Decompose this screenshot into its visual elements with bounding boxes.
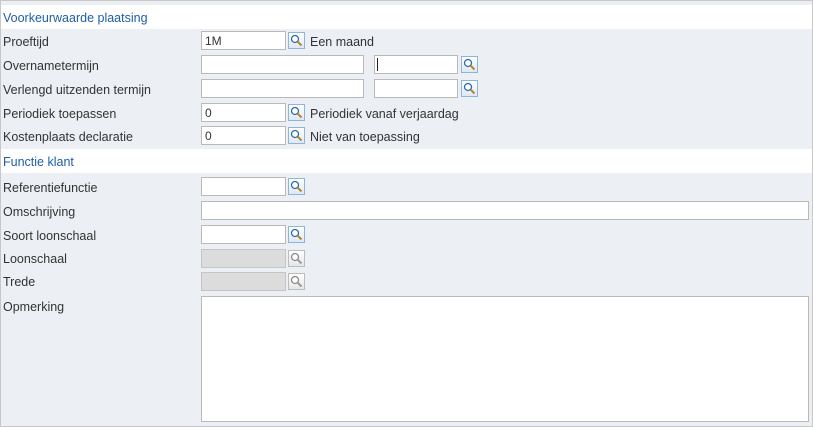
magnifier-icon xyxy=(290,106,303,119)
overnametermijn-code-input[interactable] xyxy=(374,55,458,74)
trede-lookup-button xyxy=(288,273,305,290)
soort-loonschaal-label: Soort loonschaal xyxy=(3,229,97,243)
section-header-client-function: Functie klant xyxy=(1,149,812,173)
proeftijd-description: Een maand xyxy=(310,35,374,49)
kostenplaats-label: Kostenplaats declaratie xyxy=(3,130,133,144)
opmerking-label: Opmerking xyxy=(3,300,65,314)
proeftijd-input[interactable] xyxy=(201,31,286,50)
soort-loonschaal-input[interactable] xyxy=(201,225,286,244)
overnametermijn-lookup-button[interactable] xyxy=(461,56,478,73)
loonschaal-input xyxy=(201,249,286,268)
omschrijving-input[interactable] xyxy=(201,201,809,220)
opmerking-textarea[interactable] xyxy=(201,296,809,422)
magnifier-icon xyxy=(290,180,303,193)
magnifier-icon xyxy=(463,58,476,71)
magnifier-icon xyxy=(290,34,303,47)
section-header-placement: Voorkeurwaarde plaatsing xyxy=(1,5,812,29)
form-panel: Voorkeurwaarde plaatsing Proeftijd Een m… xyxy=(0,0,813,427)
magnifier-icon xyxy=(290,252,303,265)
periodiek-label: Periodiek toepassen xyxy=(3,107,117,121)
verlengd-label: Verlengd uitzenden termijn xyxy=(3,83,152,97)
referentiefunctie-input[interactable] xyxy=(201,177,286,196)
periodiek-input[interactable] xyxy=(201,103,286,122)
trede-input xyxy=(201,272,286,291)
kostenplaats-description: Niet van toepassing xyxy=(310,130,420,144)
soort-loonschaal-lookup-button[interactable] xyxy=(288,226,305,243)
referentiefunctie-lookup-button[interactable] xyxy=(288,178,305,195)
trede-label: Trede xyxy=(3,275,36,289)
omschrijving-label: Omschrijving xyxy=(3,205,76,219)
proeftijd-lookup-button[interactable] xyxy=(288,32,305,49)
magnifier-icon xyxy=(290,275,303,288)
loonschaal-lookup-button xyxy=(288,250,305,267)
verlengd-lookup-button[interactable] xyxy=(461,80,478,97)
magnifier-icon xyxy=(290,129,303,142)
overnametermijn-label: Overnametermijn xyxy=(3,59,99,73)
overnametermijn-input[interactable] xyxy=(201,55,364,74)
periodiek-lookup-button[interactable] xyxy=(288,104,305,121)
text-caret xyxy=(377,58,378,71)
kostenplaats-input[interactable] xyxy=(201,126,286,145)
verlengd-input[interactable] xyxy=(201,79,364,98)
loonschaal-label: Loonschaal xyxy=(3,252,67,266)
periodiek-description: Periodiek vanaf verjaardag xyxy=(310,107,459,121)
magnifier-icon xyxy=(290,228,303,241)
kostenplaats-lookup-button[interactable] xyxy=(288,127,305,144)
referentiefunctie-label: Referentiefunctie xyxy=(3,181,98,195)
magnifier-icon xyxy=(463,82,476,95)
verlengd-code-input[interactable] xyxy=(374,79,458,98)
proeftijd-label: Proeftijd xyxy=(3,35,49,49)
